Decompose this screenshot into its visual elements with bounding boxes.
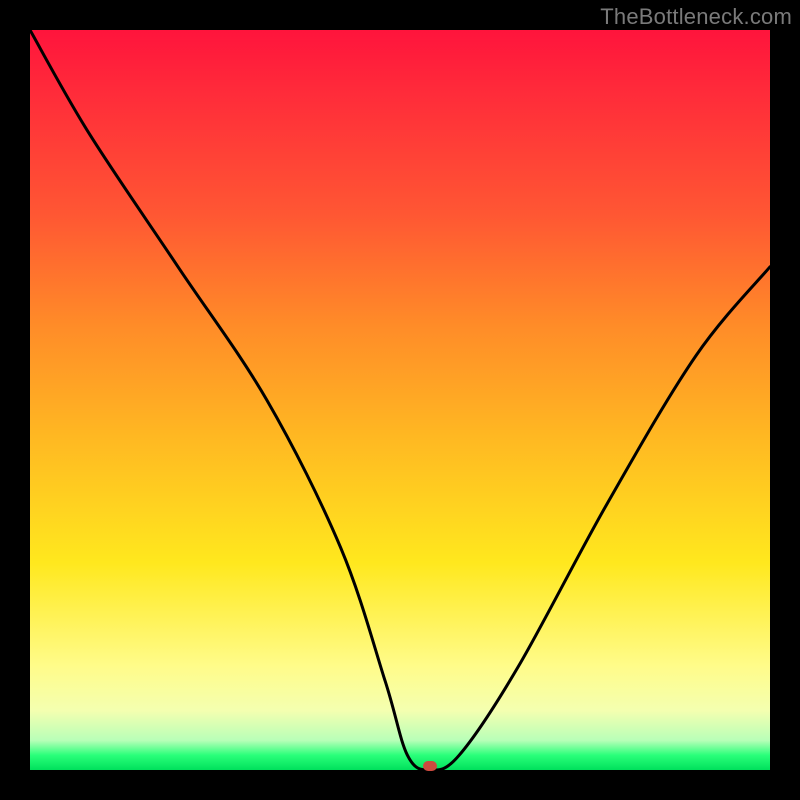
- attribution-label: TheBottleneck.com: [600, 4, 792, 30]
- chart-frame: TheBottleneck.com: [0, 0, 800, 800]
- bottleneck-curve: [30, 30, 770, 770]
- optimal-point-marker: [423, 761, 437, 771]
- plot-area: [30, 30, 770, 770]
